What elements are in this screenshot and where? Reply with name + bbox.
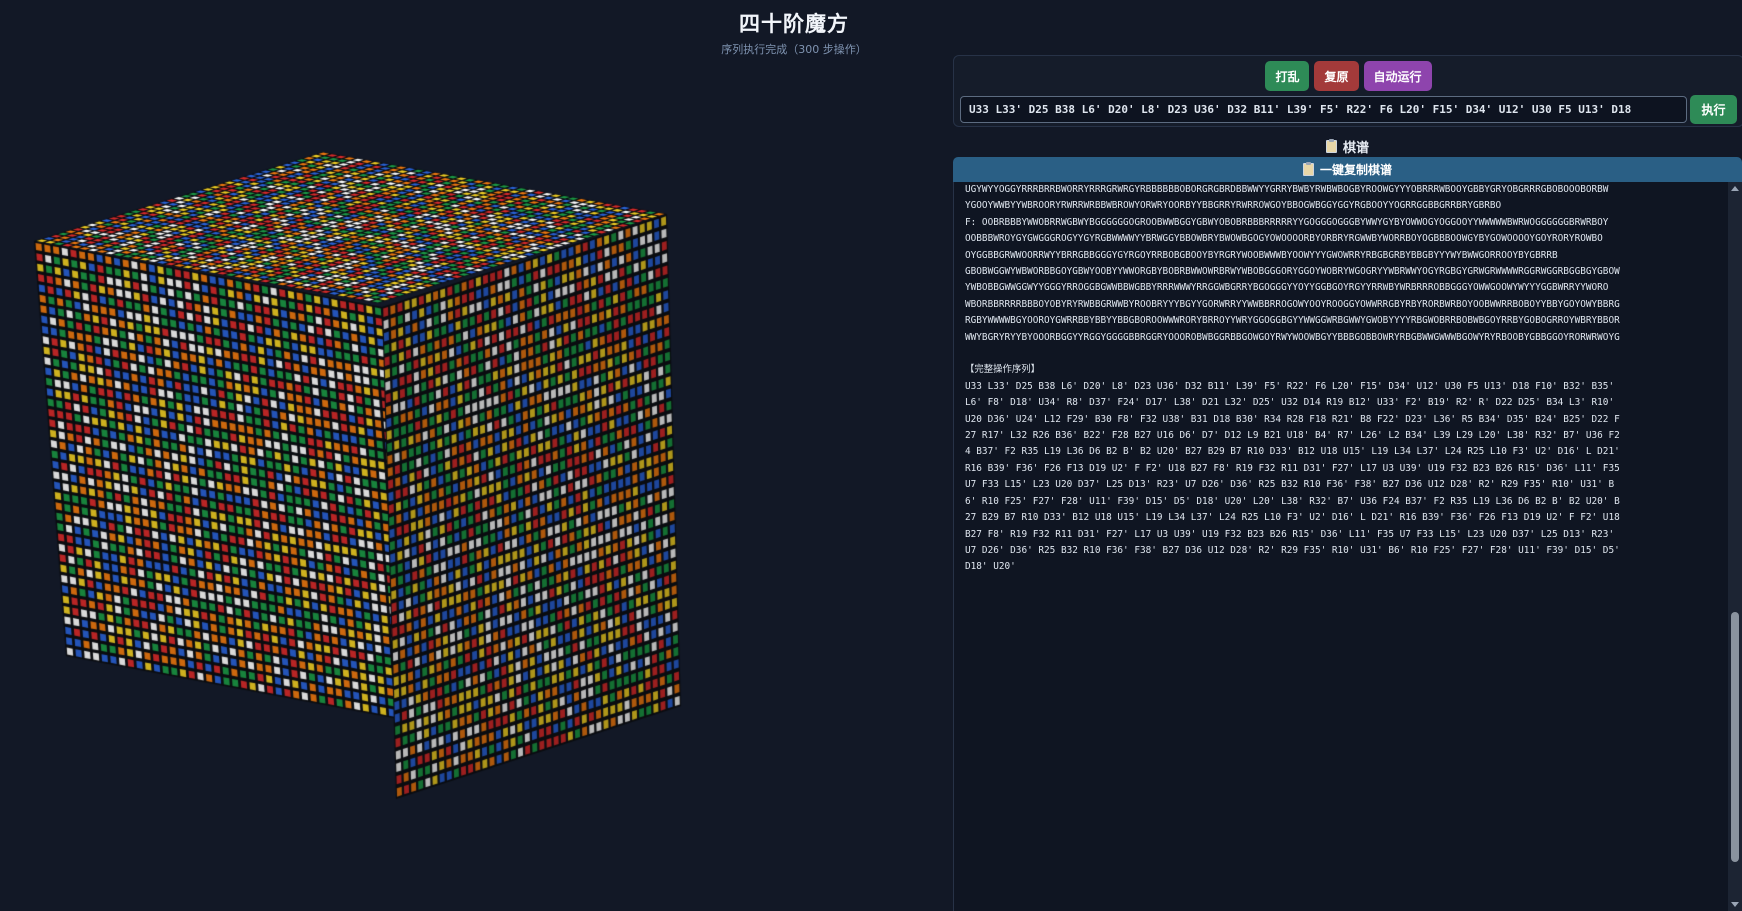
log-line: OOBBBWROYGYGWGGGROGYYGYRGBWWWWYYBRWGGYBB… bbox=[965, 233, 1603, 245]
cube-3d-view[interactable] bbox=[0, 150, 950, 911]
log-scrollbar[interactable] bbox=[1728, 182, 1742, 911]
log-line: RGBYWWWWBGYOOROYGWRRBBYBBYYBBGBOROOWWWRO… bbox=[965, 315, 1620, 327]
cube-state-lines: UGYWYYOGGYRRRBRRBWORRYRRRGRWRGYRBBBBBBOB… bbox=[965, 182, 1728, 346]
clipboard-icon bbox=[1302, 162, 1314, 176]
button-row: 打乱 复原 自动运行 bbox=[954, 61, 1742, 91]
log-line: OYGGBBGRWWOORRWYYBRRGBBGGGYGYRGOYRRBOBGB… bbox=[965, 249, 1558, 261]
log-line: 6' R10 F25' F27' F28' U11' F39' D15' D5'… bbox=[965, 495, 1620, 507]
scroll-down-arrow-icon[interactable] bbox=[1731, 902, 1739, 907]
copy-record-button[interactable]: 一键复制棋谱 bbox=[953, 157, 1742, 182]
scroll-up-arrow-icon[interactable] bbox=[1731, 186, 1739, 191]
execute-button[interactable]: 执行 bbox=[1690, 95, 1737, 124]
log-line: 4 B37' F2 R35 L19 L36 D6 B2 B' B2 U20' B… bbox=[965, 446, 1620, 458]
log-line: 27 B29 B7 R10 D33' B12 U18 U15' L19 L34 … bbox=[965, 512, 1620, 524]
record-heading: 棋谱 bbox=[953, 137, 1742, 156]
log-line: U7 D26' D36' R25 B32 R10 F36' F38' B27 D… bbox=[965, 544, 1620, 556]
sequence-header: 【完整操作序列】 bbox=[965, 364, 1041, 376]
log-line: YGOOYWWBYYWBROORYRWRRWRBBWBROWYORWRYOORB… bbox=[965, 200, 1502, 212]
log-line: U20 D36' U24' L12 F29' B30 F8' F32 U38' … bbox=[965, 413, 1620, 425]
log-line: WBORBBRRRRBBBOYOBYRYRWBBGRWWBYROOBRYYYBG… bbox=[965, 298, 1620, 310]
log-line: UGYWYYOGGYRRRBRRBWORRYRRRGRWRGYRBBBBBBOB… bbox=[965, 184, 1609, 195]
log-line: B27 F8' R19 F32 R11 D31' F27' L17 U3 U39… bbox=[965, 528, 1615, 540]
title-block: 四十阶魔方 序列执行完成（300 步操作） bbox=[0, 0, 1588, 57]
clipboard-icon bbox=[1325, 139, 1337, 153]
copy-record-label: 一键复制棋谱 bbox=[1319, 163, 1392, 177]
scroll-thumb[interactable] bbox=[1731, 612, 1739, 862]
record-heading-label: 棋谱 bbox=[1342, 141, 1369, 156]
page-title: 四十阶魔方 bbox=[739, 12, 849, 36]
scramble-button[interactable]: 打乱 bbox=[1265, 61, 1310, 91]
sequence-lines: U33 L33' D25 B38 L6' D20' L8' D23 U36' D… bbox=[965, 379, 1728, 576]
log-line: GBOBWGGWYWBWORBBGOYGBWYOOBYYWWORGBYBOBRB… bbox=[965, 266, 1620, 278]
log-line: F: OOBRBBBYWWOBRRWGBWYBGGGGGGOGROOBWWBGG… bbox=[965, 216, 1609, 228]
record-log[interactable]: UGYWYYOGGYRRRBRRBWORRYRRRGRWRGYRBBBBBBOB… bbox=[953, 182, 1728, 911]
auto-run-button[interactable]: 自动运行 bbox=[1363, 61, 1432, 91]
log-line: WWYBGRYRYYBYOOORBGGYYRGGYGGGGBBRGGRYOOOR… bbox=[965, 331, 1620, 343]
log-line: L6' F8' D18' U34' R8' D37' F24' D17' L38… bbox=[965, 397, 1615, 409]
log-line: YWBOBBGWWGGWYYGGGYRROGGBGWWBBWGBBYRRRWWW… bbox=[965, 282, 1609, 294]
log-spacer bbox=[965, 346, 1728, 362]
log-line: U7 F33 L15' L23 U20 D37' L25 D13' R23' U… bbox=[965, 479, 1615, 491]
control-panel: 打乱 复原 自动运行 执行 bbox=[953, 55, 1742, 127]
restore-button[interactable]: 复原 bbox=[1314, 61, 1359, 91]
log-line: D18' U20' bbox=[965, 561, 1016, 573]
sequence-input[interactable] bbox=[960, 96, 1687, 123]
log-line: 27 R17' L32 R26 B36' B22' F28 B27 U16 D6… bbox=[965, 430, 1620, 442]
log-line: R16 B39' F36' F26 F13 D19 U2' F F2' U18 … bbox=[965, 462, 1620, 474]
log-line: U33 L33' D25 B38 L6' D20' L8' D23 U36' D… bbox=[965, 380, 1615, 392]
